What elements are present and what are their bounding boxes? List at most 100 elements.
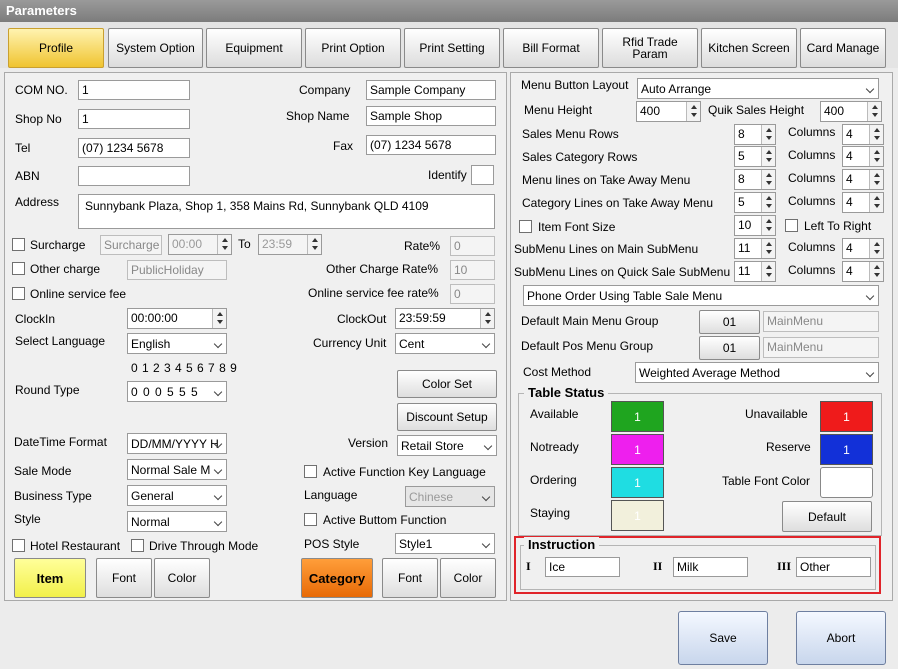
category-color-button[interactable]: Color (440, 558, 496, 598)
menu-row-spinner-3[interactable]: 5 (734, 192, 776, 213)
main-menu-group-input[interactable]: MainMenu (763, 311, 879, 332)
other-charge-rate-input[interactable]: 10 (450, 260, 495, 280)
spinner-arrows-icon[interactable] (761, 147, 775, 166)
tab-kitchen-screen[interactable]: Kitchen Screen (701, 28, 797, 68)
round-type-select[interactable]: 0 0 0 5 5 5 (127, 381, 227, 402)
notready-color-swatch[interactable]: 1 (611, 434, 664, 465)
submenu-quick-columns-spinner[interactable]: 4 (842, 261, 884, 282)
reserve-color-swatch[interactable]: 1 (820, 434, 873, 465)
datetime-format-select[interactable]: DD/MM/YYYY H (127, 433, 227, 454)
pos-menu-group-button[interactable]: 01 (699, 336, 760, 360)
available-color-swatch[interactable]: 1 (611, 401, 664, 432)
tab-system-option[interactable]: System Option (108, 28, 203, 68)
columns-spinner-0[interactable]: 4 (842, 124, 884, 145)
fax-input[interactable]: (07) 1234 5678 (366, 135, 496, 155)
spinner-arrows-icon[interactable] (686, 102, 700, 121)
instruction-input-2[interactable]: Milk (673, 557, 748, 577)
category-font-button[interactable]: Font (382, 558, 438, 598)
clockout-spinner[interactable]: 23:59:59 (395, 308, 495, 329)
left-to-right-checkbox[interactable] (785, 219, 798, 232)
rate-input[interactable]: 0 (450, 236, 495, 256)
spinner-arrows-icon[interactable] (212, 309, 226, 328)
item-color-button[interactable]: Color (154, 558, 210, 598)
pos-style-select[interactable]: Style1 (395, 533, 495, 554)
hotel-restaurant-checkbox[interactable] (12, 539, 25, 552)
columns-spinner-1[interactable]: 4 (842, 146, 884, 167)
spinner-arrows-icon[interactable] (869, 193, 883, 212)
unavailable-color-swatch[interactable]: 1 (820, 401, 873, 432)
address-input[interactable]: Sunnybank Plaza, Shop 1, 358 Mains Rd, S… (78, 194, 495, 229)
spinner-arrows-icon[interactable] (761, 170, 775, 189)
surcharge-input[interactable]: Surcharge (100, 235, 162, 255)
tab-print-setting[interactable]: Print Setting (404, 28, 500, 68)
spinner-arrows-icon[interactable] (869, 125, 883, 144)
default-colors-button[interactable]: Default (782, 501, 872, 532)
color-set-button[interactable]: Color Set (397, 370, 497, 398)
category-button[interactable]: Category (301, 558, 373, 598)
menu-row-spinner-0[interactable]: 8 (734, 124, 776, 145)
surcharge-to-spinner[interactable]: 23:59 (258, 234, 322, 255)
columns-spinner-3[interactable]: 4 (842, 192, 884, 213)
instruction-input-1[interactable]: Ice (545, 557, 620, 577)
menu-height-spinner[interactable]: 400 (636, 101, 701, 122)
tab-print-option[interactable]: Print Option (305, 28, 401, 68)
phone-order-select[interactable]: Phone Order Using Table Sale Menu (523, 285, 879, 306)
spinner-arrows-icon[interactable] (761, 193, 775, 212)
company-input[interactable]: Sample Company (366, 80, 496, 100)
quik-sales-height-spinner[interactable]: 400 (820, 101, 882, 122)
currency-unit-select[interactable]: Cent (395, 333, 495, 354)
spinner-arrows-icon[interactable] (761, 239, 775, 258)
other-charge-checkbox[interactable] (12, 262, 25, 275)
abort-button[interactable]: Abort (796, 611, 886, 665)
spinner-arrows-icon[interactable] (867, 102, 881, 121)
online-fee-checkbox[interactable] (12, 287, 25, 300)
menu-row-spinner-1[interactable]: 5 (734, 146, 776, 167)
submenu-main-columns-spinner[interactable]: 4 (842, 238, 884, 259)
spinner-arrows-icon[interactable] (480, 309, 494, 328)
submenu-main-spinner[interactable]: 11 (734, 238, 776, 259)
language-select[interactable]: English (127, 333, 227, 354)
surcharge-from-spinner[interactable]: 00:00 (168, 234, 232, 255)
drive-through-checkbox[interactable] (131, 539, 144, 552)
shop-name-input[interactable]: Sample Shop (366, 106, 496, 126)
shop-no-input[interactable]: 1 (78, 109, 190, 129)
spinner-arrows-icon[interactable] (761, 125, 775, 144)
tab-bill-format[interactable]: Bill Format (503, 28, 599, 68)
active-function-key-language-checkbox[interactable] (304, 465, 317, 478)
spinner-arrows-icon[interactable] (761, 216, 775, 235)
columns-spinner-2[interactable]: 4 (842, 169, 884, 190)
spinner-arrows-icon[interactable] (869, 262, 883, 281)
menu-row-spinner-2[interactable]: 8 (734, 169, 776, 190)
abn-input[interactable] (78, 166, 190, 186)
item-button[interactable]: Item (14, 558, 86, 598)
pos-menu-group-input[interactable]: MainMenu (763, 337, 879, 358)
other-charge-input[interactable]: PublicHoliday (127, 260, 227, 280)
business-type-select[interactable]: General (127, 485, 227, 506)
identify-input[interactable] (471, 165, 494, 185)
instruction-input-3[interactable]: Other (796, 557, 871, 577)
spinner-arrows-icon[interactable] (869, 170, 883, 189)
spinner-arrows-icon[interactable] (761, 262, 775, 281)
discount-setup-button[interactable]: Discount Setup (397, 403, 497, 431)
staying-color-swatch[interactable]: 1 (611, 500, 664, 531)
cost-method-select[interactable]: Weighted Average Method (635, 362, 879, 383)
tab-equipment[interactable]: Equipment (206, 28, 302, 68)
item-font-size-checkbox[interactable] (519, 220, 532, 233)
tab-rfid-trade-param[interactable]: Rfid Trade Param (602, 28, 698, 68)
spinner-arrows-icon[interactable] (217, 235, 231, 254)
tel-input[interactable]: (07) 1234 5678 (78, 138, 190, 158)
tab-card-manage[interactable]: Card Manage (800, 28, 886, 68)
item-font-button[interactable]: Font (96, 558, 152, 598)
tab-profile[interactable]: Profile (8, 28, 104, 68)
main-menu-group-button[interactable]: 01 (699, 310, 760, 334)
version-select[interactable]: Retail Store (397, 435, 497, 456)
com-no-input[interactable]: 1 (78, 80, 190, 100)
item-font-size-spinner[interactable]: 10 (734, 215, 776, 236)
online-fee-rate-input[interactable]: 0 (450, 284, 495, 304)
menu-button-layout-select[interactable]: Auto Arrange (637, 78, 879, 99)
sale-mode-select[interactable]: Normal Sale M (127, 459, 227, 480)
surcharge-checkbox[interactable] (12, 238, 25, 251)
save-button[interactable]: Save (678, 611, 768, 665)
language-secondary-select[interactable]: Chinese (405, 486, 495, 507)
clockin-spinner[interactable]: 00:00:00 (127, 308, 227, 329)
